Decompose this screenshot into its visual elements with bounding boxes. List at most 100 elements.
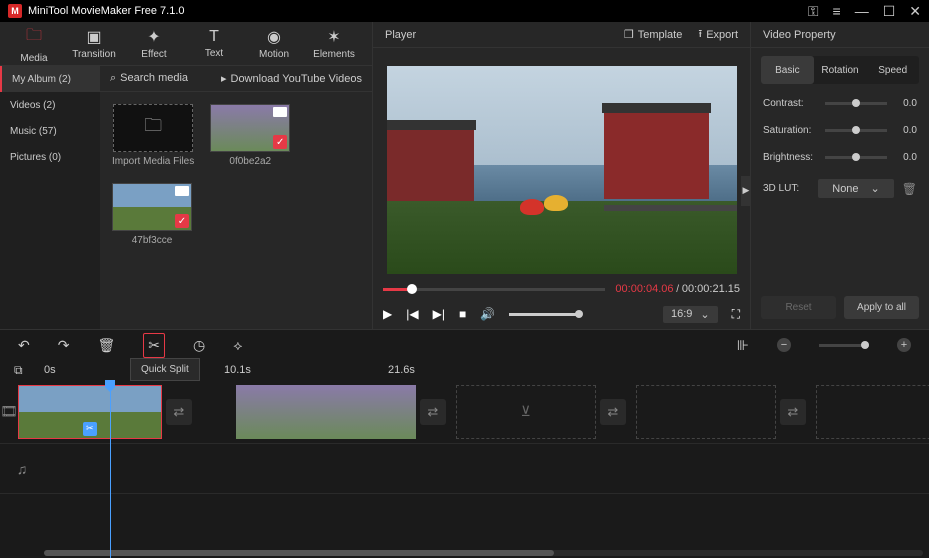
- import-media-button[interactable]: 🗀 Import Media Files: [112, 104, 194, 167]
- stop-button[interactable]: ■: [459, 307, 466, 321]
- volume-slider[interactable]: [509, 313, 579, 316]
- next-frame-button[interactable]: ▶|: [433, 307, 445, 321]
- menu-icon[interactable]: ≡: [833, 3, 841, 19]
- zoom-slider[interactable]: [819, 344, 869, 347]
- collapse-panel-button[interactable]: ▶: [741, 176, 751, 206]
- prop-tab-rotation[interactable]: Rotation: [814, 56, 867, 84]
- elements-icon: ✶: [327, 27, 340, 47]
- export-icon: ⭱: [698, 25, 702, 44]
- chevron-down-icon: ⌄: [871, 182, 880, 195]
- delete-button[interactable]: 🗑: [97, 337, 115, 354]
- search-input[interactable]: Search media: [120, 72, 188, 85]
- transition-slot[interactable]: ⇄: [600, 399, 626, 425]
- prop-tab-speed[interactable]: Speed: [866, 56, 919, 84]
- contrast-slider[interactable]: [825, 102, 887, 105]
- contrast-value: 0.0: [895, 98, 917, 109]
- key-icon[interactable]: ⚿: [808, 3, 819, 20]
- audio-track: ♫: [0, 444, 929, 494]
- motion-icon: ◉: [267, 27, 281, 47]
- close-icon[interactable]: ✕: [909, 3, 921, 20]
- timeline-clip-1[interactable]: ✂: [18, 385, 162, 439]
- media-thumb-1[interactable]: ✓ 0f0be2a2: [210, 104, 290, 167]
- time-duration: 00:00:21.15: [682, 283, 740, 295]
- saturation-slider[interactable]: [825, 129, 887, 132]
- main-tabs: 🗀Media ▣Transition ✦Effect TText ◉Motion…: [0, 22, 372, 66]
- download-youtube-button[interactable]: ▸Download YouTube Videos: [221, 72, 362, 85]
- chevron-down-icon: ⌄: [700, 308, 709, 321]
- video-track: 🎞 ✂ ⇄ ⇄ ⊻ ⇄ ⇄ ⇄: [0, 380, 929, 444]
- media-sidebar: My Album (2) Videos (2) Music (57) Pictu…: [0, 66, 100, 329]
- transition-slot[interactable]: ⇄: [780, 399, 806, 425]
- text-icon: T: [209, 28, 219, 46]
- sidebar-item-album[interactable]: My Album (2): [0, 66, 100, 92]
- speed-button[interactable]: ◷: [193, 337, 205, 354]
- app-logo-icon: M: [8, 4, 22, 18]
- maximize-icon[interactable]: ☐: [883, 3, 896, 20]
- lut-label: 3D LUT:: [763, 183, 810, 194]
- delete-lut-button[interactable]: 🗑: [902, 182, 917, 196]
- youtube-icon: ▸: [221, 72, 227, 85]
- lut-select[interactable]: None⌄: [818, 179, 894, 198]
- redo-button[interactable]: ↷: [58, 337, 70, 354]
- volume-icon[interactable]: 🔊: [480, 307, 495, 321]
- prev-frame-button[interactable]: |◀: [406, 307, 418, 321]
- undo-button[interactable]: ↶: [18, 337, 30, 354]
- effect-icon: ✦: [147, 27, 160, 47]
- check-icon: ✓: [273, 135, 287, 149]
- apply-all-button[interactable]: Apply to all: [844, 296, 919, 319]
- sidebar-item-music[interactable]: Music (57): [0, 118, 100, 144]
- split-button[interactable]: ✂: [143, 333, 165, 358]
- zoom-out-button[interactable]: −: [777, 338, 791, 352]
- brightness-value: 0.0: [895, 152, 917, 163]
- sidebar-item-videos[interactable]: Videos (2): [0, 92, 100, 118]
- reset-button[interactable]: Reset: [761, 296, 836, 319]
- tab-media[interactable]: 🗀Media: [4, 22, 64, 66]
- zoom-in-button[interactable]: +: [897, 338, 911, 352]
- empty-slot[interactable]: [816, 385, 929, 439]
- transition-icon: ▣: [86, 27, 101, 47]
- video-icon: [273, 107, 287, 117]
- empty-slot[interactable]: [636, 385, 776, 439]
- crop-button[interactable]: ⟡: [233, 337, 242, 354]
- play-button[interactable]: ▶: [383, 307, 392, 321]
- transition-slot[interactable]: ⇄: [166, 399, 192, 425]
- attach-icon[interactable]: ⧉: [14, 363, 23, 378]
- template-button[interactable]: ❒Template: [624, 25, 683, 44]
- player-title: Player: [385, 29, 416, 41]
- tab-elements[interactable]: ✶Elements: [304, 22, 364, 66]
- split-tooltip: Quick Split: [130, 358, 200, 381]
- folder-icon: 🗀: [144, 113, 162, 143]
- brightness-slider[interactable]: [825, 156, 887, 159]
- titlebar: M MiniTool MovieMaker Free 7.1.0 ⚿ ≡ — ☐…: [0, 0, 929, 22]
- tab-motion[interactable]: ◉Motion: [244, 22, 304, 66]
- check-icon: ✓: [175, 214, 189, 228]
- media-thumb-2[interactable]: ✓ 47bf3cce: [112, 183, 192, 246]
- saturation-value: 0.0: [895, 125, 917, 136]
- tab-transition[interactable]: ▣Transition: [64, 22, 124, 66]
- preview-display[interactable]: [387, 66, 737, 274]
- export-button[interactable]: ⭱Export: [698, 25, 738, 44]
- timeline-clip-2[interactable]: [236, 385, 416, 439]
- aspect-ratio-select[interactable]: 16:9⌄: [663, 306, 718, 323]
- search-icon: ⌕: [110, 72, 116, 85]
- timeline-toolbar: ↶ ↷ 🗑 ✂ ◷ ⟡ Quick Split ⊪ − +: [0, 330, 929, 360]
- video-icon: [175, 186, 189, 196]
- properties-title: Video Property: [751, 22, 929, 48]
- fit-button[interactable]: ⊪: [737, 337, 749, 354]
- contrast-label: Contrast:: [763, 98, 817, 109]
- empty-slot[interactable]: ⊻: [456, 385, 596, 439]
- transition-slot[interactable]: ⇄: [420, 399, 446, 425]
- tab-text[interactable]: TText: [184, 22, 244, 66]
- properties-panel: ▶ Video Property Basic Rotation Speed Co…: [751, 22, 929, 329]
- saturation-label: Saturation:: [763, 125, 817, 136]
- prop-tab-basic[interactable]: Basic: [761, 56, 814, 84]
- tab-effect[interactable]: ✦Effect: [124, 22, 184, 66]
- horizontal-scrollbar[interactable]: [44, 550, 923, 556]
- fullscreen-button[interactable]: ⛶: [732, 307, 740, 322]
- app-title: MiniTool MovieMaker Free 7.1.0: [28, 5, 185, 17]
- seek-slider[interactable]: [383, 288, 605, 291]
- template-icon: ❒: [624, 28, 634, 41]
- minimize-icon[interactable]: —: [855, 3, 869, 19]
- sidebar-item-pictures[interactable]: Pictures (0): [0, 144, 100, 170]
- brightness-label: Brightness:: [763, 152, 817, 163]
